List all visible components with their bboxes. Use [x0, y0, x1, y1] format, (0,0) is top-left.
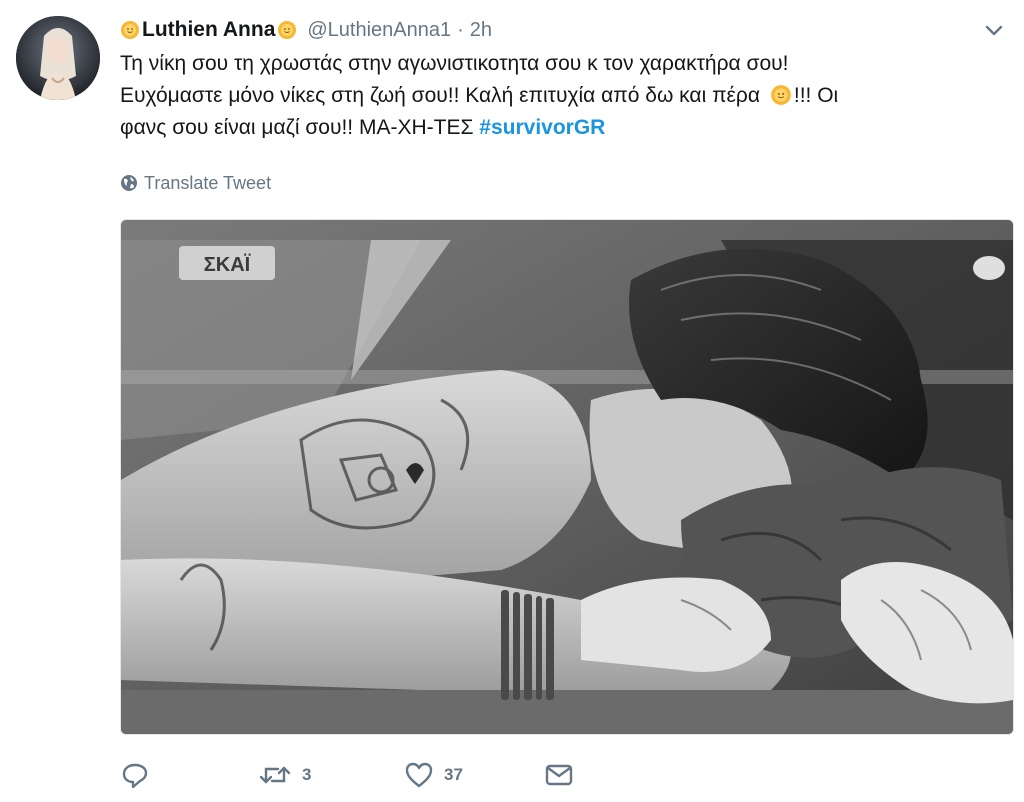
avatar[interactable] — [16, 16, 100, 100]
translate-label: Translate Tweet — [144, 172, 272, 193]
reply-icon — [122, 763, 148, 789]
tweet-timestamp[interactable]: 2h — [470, 19, 492, 42]
live-indicator-icon — [973, 256, 1005, 280]
chevron-down-icon — [985, 25, 1003, 36]
retweet-icon — [259, 766, 291, 784]
tweet-text-line2-end: !!! Οι — [793, 84, 839, 107]
sun-emoji — [770, 85, 791, 105]
reply-button[interactable] — [120, 758, 160, 792]
sun-emoji — [121, 21, 139, 39]
tweet-text-line2: Ευχόμαστε μόνο νίκες στη ζωή σου!! Καλή … — [120, 84, 761, 107]
tweet-header: Luthien Anna @LuthienAnna1 · 2h — [120, 14, 492, 46]
tweet-text: Τη νίκη σου τη χρωστάς στην αγωνιστικοτη… — [120, 48, 1000, 144]
direct-message-button[interactable] — [544, 758, 574, 792]
tweet-text-line3: φανς σου είναι μαζί σου!! ΜΑ-ΧΗ-ΤΕΣ — [120, 116, 480, 139]
tweet-text-line1: Τη νίκη σου τη χρωστάς στην αγωνιστικοτη… — [120, 52, 789, 75]
avatar-image — [16, 16, 100, 100]
like-count: 37 — [444, 765, 463, 784]
globe-icon — [121, 175, 137, 191]
tweet-media-photo[interactable]: ΣΚΑΪ — [120, 219, 1014, 735]
broadcaster-logo-text: ΣΚΑΪ — [204, 253, 251, 276]
translate-tweet-link[interactable]: Translate Tweet — [120, 170, 271, 196]
heart-icon — [405, 762, 433, 788]
like-button[interactable]: 37 — [404, 758, 463, 792]
sun-emoji — [278, 21, 297, 39]
tweet-actions: 3 37 — [120, 758, 1000, 792]
author-name[interactable]: Luthien Anna — [142, 18, 275, 42]
retweet-button[interactable]: 3 — [258, 758, 311, 792]
tweet-menu-button[interactable] — [982, 20, 1006, 40]
photo-image: ΣΚΑΪ — [121, 220, 1013, 734]
retweet-count: 3 — [302, 765, 312, 784]
author-handle[interactable]: @LuthienAnna1 — [307, 19, 451, 42]
hashtag-link[interactable]: #survivorGR — [479, 116, 605, 139]
envelope-icon — [545, 764, 573, 786]
separator: · — [457, 18, 464, 41]
